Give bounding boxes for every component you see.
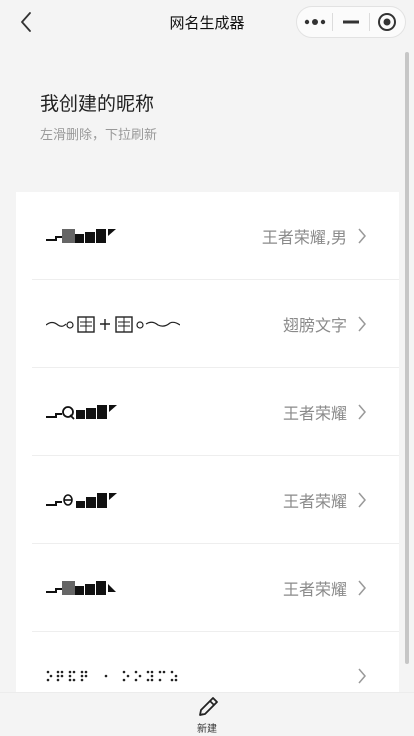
minimize-button[interactable] (333, 7, 368, 37)
chevron-left-icon (21, 12, 31, 32)
section-title: 我创建的昵称 (40, 93, 155, 115)
new-label: 新建 (197, 723, 217, 735)
list-item[interactable]: 王者荣耀 (32, 544, 399, 632)
more-dots-icon (304, 19, 325, 25)
nickname-glyphs (46, 316, 180, 333)
chevron-right-icon (358, 316, 366, 332)
nickname-tag: 王者荣耀 (282, 403, 347, 423)
chevron-right-icon (358, 492, 366, 508)
more-button[interactable] (297, 7, 332, 37)
nickname-tag: 王者荣耀 (282, 579, 347, 599)
nickname-text (46, 192, 118, 280)
minimize-icon (342, 20, 359, 24)
new-button[interactable]: 新建 (194, 695, 220, 735)
list-item[interactable]: 王者荣耀,男 (32, 192, 399, 280)
list-item[interactable]: 王者荣耀 (32, 368, 399, 456)
nickname-glyphs (46, 670, 178, 682)
nickname-tag: 王者荣耀,男 (261, 227, 347, 247)
nickname-text (46, 280, 180, 368)
scrollbar[interactable] (405, 52, 409, 664)
bottom-bar: 新建 (0, 692, 414, 736)
chevron-right-icon (358, 668, 366, 684)
chevron-right-icon (358, 404, 366, 420)
capsule-menu (296, 6, 406, 38)
navigation-bar: 网名生成器 (0, 0, 414, 44)
nickname-list: 王者荣耀,男 翅膀文字 王者荣耀 王者荣耀 王者荣耀 (16, 192, 399, 692)
nickname-text (46, 456, 118, 544)
page-title: 网名生成器 (169, 13, 245, 32)
nickname-text (46, 544, 118, 632)
chevron-right-icon (358, 580, 366, 596)
nickname-glyphs (46, 493, 117, 508)
list-item[interactable]: 王者荣耀 (32, 456, 399, 544)
nickname-glyphs (46, 581, 116, 595)
nickname-tag: 翅膀文字 (282, 315, 347, 335)
target-circle-icon (378, 13, 397, 31)
close-miniprogram-button[interactable] (370, 7, 405, 37)
page-header: 我创建的昵称 左滑删除，下拉刷新 (0, 44, 414, 192)
hint-text: 左滑删除，下拉刷新 (40, 128, 158, 143)
nickname-text (46, 632, 182, 692)
nickname-tag: 王者荣耀 (282, 491, 347, 511)
pencil-icon (199, 696, 218, 716)
chevron-right-icon (358, 228, 366, 244)
nickname-glyphs (46, 405, 117, 420)
nickname-text (46, 368, 118, 456)
list-item[interactable]: 翅膀文字 (32, 280, 399, 368)
nickname-glyphs (46, 229, 116, 243)
back-button[interactable] (14, 10, 38, 34)
list-item[interactable] (32, 632, 399, 692)
